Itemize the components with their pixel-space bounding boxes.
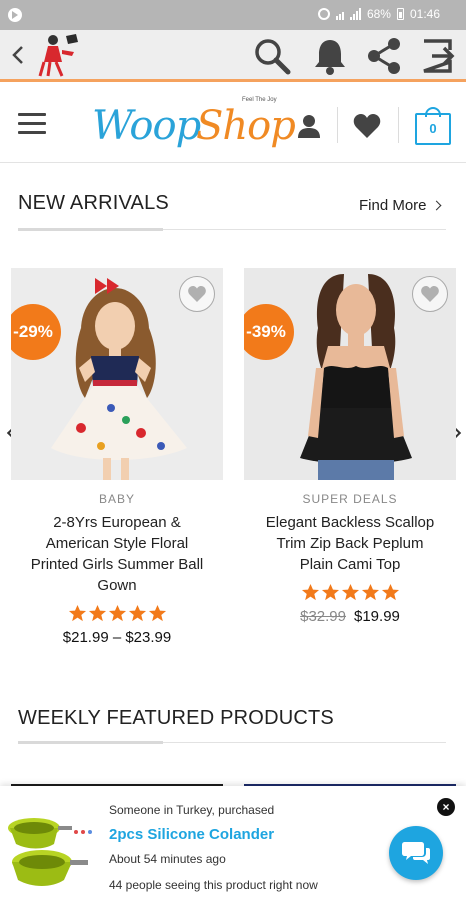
cart-button[interactable]: 0 <box>415 107 451 145</box>
wishlist-button[interactable] <box>179 276 215 312</box>
header-divider <box>398 107 399 143</box>
popup-dots <box>74 830 92 834</box>
site-header: Woop Shop Feel The Joy 0 <box>0 85 466 163</box>
rating-stars <box>244 583 456 602</box>
exit-icon[interactable] <box>418 36 458 76</box>
star-icon <box>341 583 359 601</box>
current-price: $19.99 <box>354 608 400 625</box>
battery-icon <box>396 8 404 20</box>
star-icon <box>148 604 166 622</box>
weekly-featured-title: WEEKLY FEATURED PRODUCTS <box>18 707 334 729</box>
app-logo-icon <box>38 34 78 77</box>
find-more-link[interactable]: Find More <box>359 197 441 214</box>
clock: 01:46 <box>409 7 440 21</box>
star-icon <box>68 604 86 622</box>
product-name[interactable]: Elegant Backless Scallop Trim Zip Back P… <box>244 512 456 575</box>
popup-product-link[interactable]: 2pcs Silicone Colander <box>109 826 274 843</box>
star-icon <box>301 583 319 601</box>
chevron-right-icon <box>431 200 441 211</box>
star-icon <box>321 583 339 601</box>
cart-count: 0 <box>429 121 437 136</box>
chat-bubble-icon <box>402 842 430 864</box>
alarm-icon <box>317 8 330 20</box>
battery-percent: 68% <box>366 7 391 21</box>
back-arrow-icon[interactable] <box>6 40 30 70</box>
share-icon[interactable] <box>364 36 404 76</box>
star-icon <box>381 583 399 601</box>
app-toolbar <box>0 30 466 82</box>
new-arrivals-title: NEW ARRIVALS <box>18 192 169 214</box>
status-right: 68% 01:46 <box>317 7 440 21</box>
star-icon <box>88 604 106 622</box>
product-image[interactable]: -39% <box>244 268 456 480</box>
rating-stars <box>11 604 223 623</box>
brand-tagline: Feel The Joy <box>242 97 277 103</box>
original-price: $32.99 <box>300 608 346 625</box>
star-icon <box>361 583 379 601</box>
product-card[interactable]: -39% SUPER DEALS Elegant Backless Scallo… <box>244 268 456 625</box>
find-more-label: Find More <box>359 197 427 214</box>
status-bar: 68% 01:46 <box>0 0 466 30</box>
wishlist-heart-icon[interactable] <box>352 111 382 141</box>
star-icon <box>108 604 126 622</box>
product-price: $21.99 – $23.99 <box>11 629 223 646</box>
signal-icon <box>349 8 361 20</box>
popup-viewers-count: 44 people seeing this product right now <box>109 878 318 892</box>
section-divider <box>18 228 446 231</box>
current-price: $21.99 – $23.99 <box>62 629 172 646</box>
product-price: $32.99 $19.99 <box>244 608 456 625</box>
heart-icon <box>188 286 206 302</box>
menu-icon[interactable] <box>18 113 46 135</box>
product-category[interactable]: SUPER DEALS <box>244 492 456 506</box>
product-image[interactable]: -29% <box>11 268 223 480</box>
heart-icon <box>421 286 439 302</box>
brand-name-part2: Shop <box>196 103 296 149</box>
popup-purchase-text: Someone in Turkey, purchased <box>109 803 275 817</box>
section-divider <box>18 741 446 744</box>
chat-button[interactable] <box>389 826 443 880</box>
user-icon[interactable] <box>296 113 322 139</box>
popup-time-ago: About 54 minutes ago <box>109 852 226 866</box>
wifi-icon <box>335 8 344 20</box>
notification-bell-icon[interactable] <box>310 36 350 76</box>
wishlist-button[interactable] <box>412 276 448 312</box>
brand-name-part1: Woop <box>92 103 201 149</box>
product-category[interactable]: BABY <box>11 492 223 506</box>
search-icon[interactable] <box>252 36 292 76</box>
product-name[interactable]: 2-8Yrs European & American Style Floral … <box>11 512 223 596</box>
telegram-icon <box>8 8 22 22</box>
header-divider <box>337 107 338 143</box>
popup-close-button[interactable]: × <box>437 798 455 816</box>
brand-logo[interactable]: Woop Shop Feel The Joy <box>92 97 296 153</box>
star-icon <box>128 604 146 622</box>
colander-product-image <box>8 818 88 886</box>
product-card[interactable]: -29% BABY 2-8Yrs European & American Sty… <box>11 268 223 646</box>
